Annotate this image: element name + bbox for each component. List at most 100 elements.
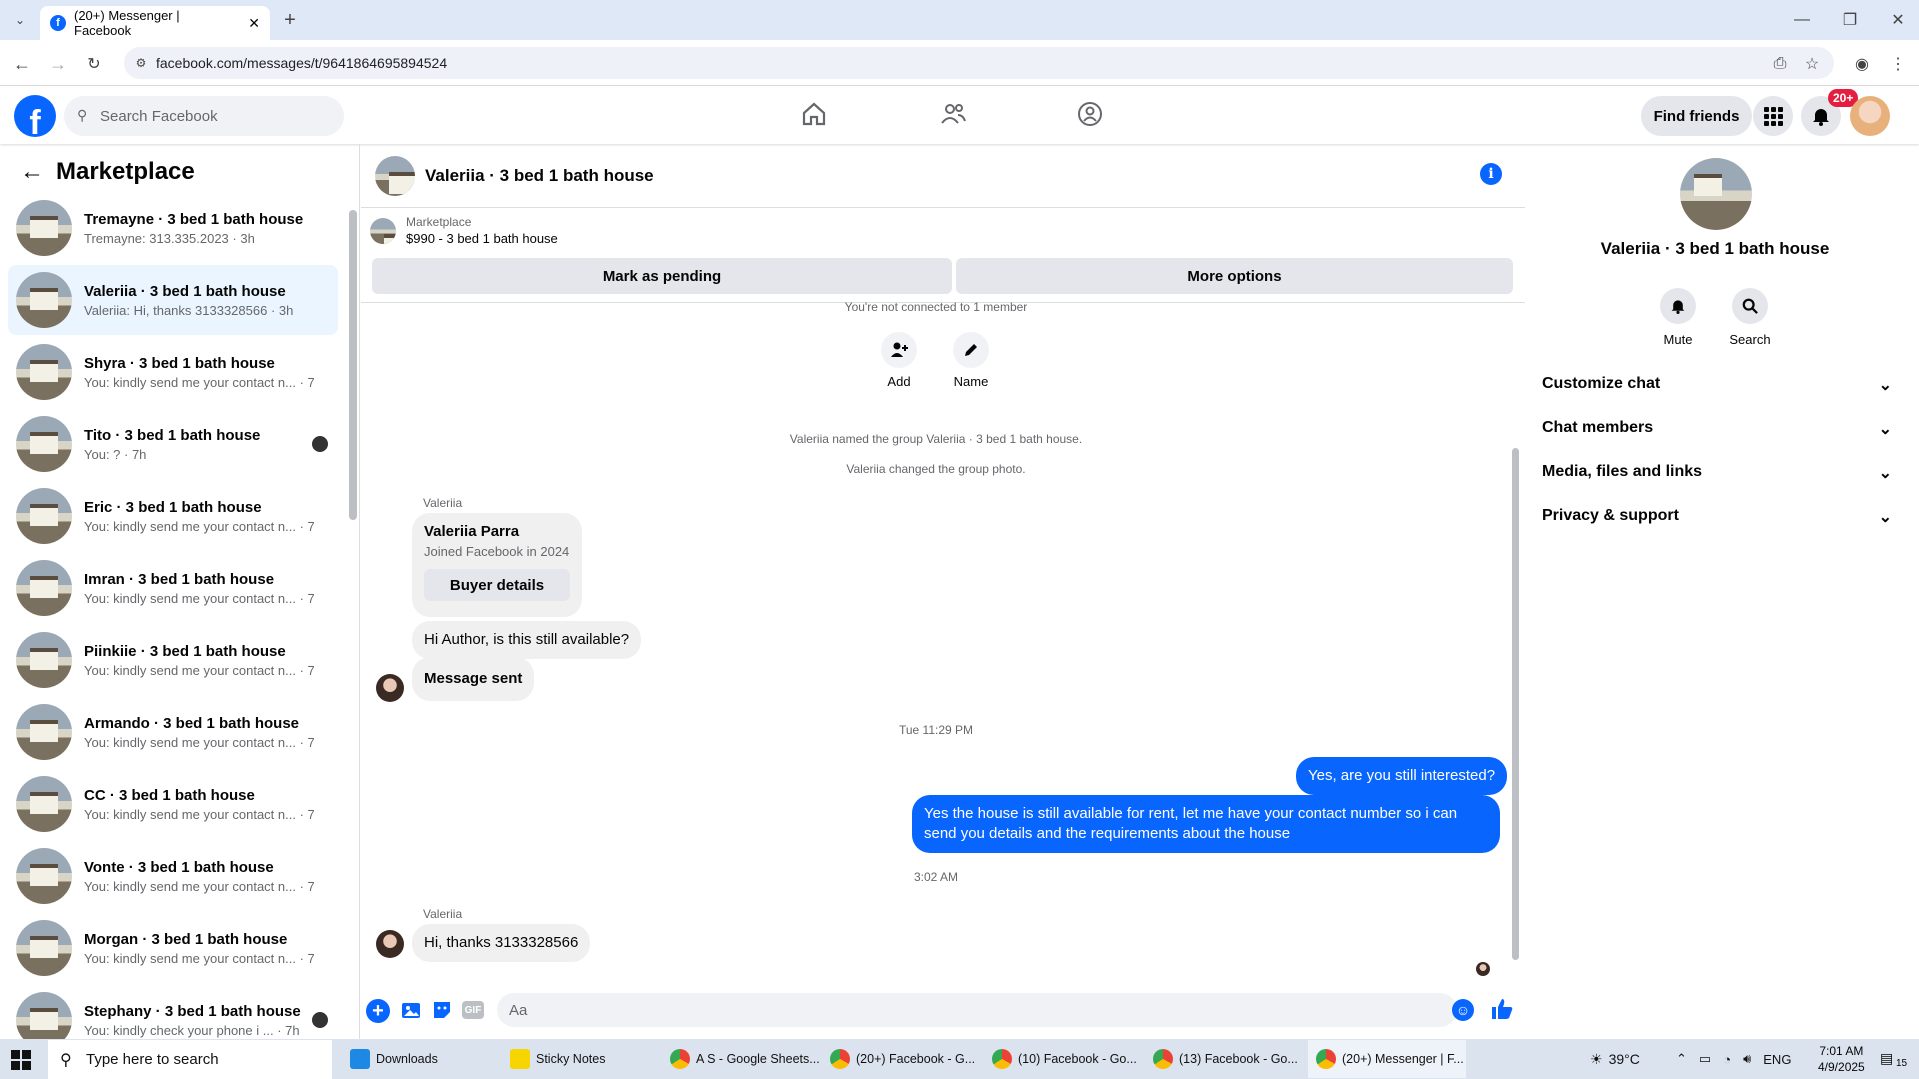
sender-avatar[interactable]	[376, 930, 404, 958]
weather-widget[interactable]: ☀ 39°C	[1590, 1040, 1640, 1078]
name-group-button[interactable]: Name	[950, 332, 992, 389]
taskbar-app-facebook-2[interactable]: (10) Facebook - Go...	[992, 1040, 1137, 1078]
buyer-card: Valeriia Parra Joined Facebook in 2024 B…	[412, 513, 582, 617]
gif-icon[interactable]: GIF	[462, 1001, 484, 1019]
site-info-icon[interactable]: ⚙	[132, 54, 150, 72]
info-icon[interactable]: i	[1480, 163, 1502, 185]
account-avatar[interactable]	[1850, 96, 1890, 136]
listing-price-title: $990 - 3 bed 1 bath house	[406, 231, 558, 246]
sender-avatar[interactable]	[376, 674, 404, 702]
taskbar-app-label: (10) Facebook - Go...	[1018, 1052, 1137, 1066]
conversation-item[interactable]: Imran · 3 bed 1 bath house You: kindly se…	[8, 553, 338, 623]
conversation-snippet: You: kindly send me your contact n... · …	[84, 662, 314, 678]
conversation-name: Piinkiie · 3 bed 1 bath house	[84, 642, 286, 660]
tab-search-icon[interactable]: ⌄	[8, 8, 32, 32]
back-arrow-icon[interactable]: ←	[18, 158, 46, 186]
conversation-item[interactable]: Tremayne · 3 bed 1 bath house Tremayne: 3…	[8, 193, 338, 263]
chevron-up-icon[interactable]: ⌃	[1676, 1051, 1687, 1067]
taskbar-app-sheets[interactable]: A S - Google Sheets...	[670, 1040, 820, 1078]
browser-tab[interactable]: f (20+) Messenger | Facebook ✕	[40, 6, 270, 40]
conversation-item[interactable]: Armando · 3 bed 1 bath house You: kindly …	[8, 697, 338, 767]
conversation-item[interactable]: Vonte · 3 bed 1 bath house You: kindly se…	[8, 841, 338, 911]
new-tab-icon[interactable]: +	[278, 8, 302, 32]
clock-time: 7:01 AM	[1819, 1044, 1864, 1058]
image-icon[interactable]	[400, 999, 422, 1026]
conversation-item[interactable]: Morgan · 3 bed 1 bath house You: kindly s…	[8, 913, 338, 983]
conversation-name: Eric · 3 bed 1 bath house	[84, 498, 262, 516]
conversation-avatar	[16, 344, 72, 400]
section-label: Privacy & support	[1542, 507, 1679, 524]
chat-title[interactable]: Valeriia · 3 bed 1 bath house	[425, 166, 654, 186]
windows-start-icon[interactable]	[10, 1049, 32, 1076]
sidebar-scrollbar[interactable]	[349, 210, 357, 520]
sticker-icon[interactable]	[431, 999, 453, 1026]
friends-icon[interactable]	[939, 100, 967, 133]
conversation-item[interactable]: Eric · 3 bed 1 bath house You: kindly sen…	[8, 481, 338, 551]
chat-scrollbar[interactable]	[1512, 448, 1519, 960]
bookmark-star-icon[interactable]: ☆	[1800, 52, 1824, 76]
buyer-name: Valeriia Parra	[424, 523, 520, 540]
close-window-icon[interactable]: ✕	[1886, 8, 1910, 32]
conversation-item[interactable]: Tito · 3 bed 1 bath house You: ? · 7h	[8, 409, 338, 479]
conversation-item[interactable]: Shyra · 3 bed 1 bath house You: kindly se…	[8, 337, 338, 407]
conversation-name: Tito · 3 bed 1 bath house	[84, 426, 261, 444]
profile-icon[interactable]: ◉	[1850, 52, 1874, 76]
home-icon[interactable]	[800, 100, 828, 133]
media-files-section[interactable]: Media, files and links ⌄	[1542, 463, 1892, 483]
system-tray[interactable]: ⌃ ▭ ◔ 🔊︎ ENG	[1676, 1040, 1791, 1078]
conversation-name: Tremayne · 3 bed 1 bath house	[84, 210, 304, 228]
weather-icon: ☀	[1590, 1050, 1603, 1067]
back-icon[interactable]: ←	[10, 52, 34, 76]
taskbar-app-sticky-notes[interactable]: Sticky Notes	[510, 1040, 605, 1078]
volume-icon[interactable]: 🔊︎	[1743, 1051, 1751, 1067]
emoji-icon[interactable]: ☺	[1452, 999, 1474, 1021]
conversation-item[interactable]: Valeriia · 3 bed 1 bath house Valeriia: H…	[8, 265, 338, 335]
find-friends-button[interactable]: Find friends	[1641, 96, 1752, 136]
battery-icon[interactable]: ▭	[1699, 1051, 1711, 1067]
plus-icon[interactable]: +	[366, 999, 390, 1023]
facebook-logo-icon[interactable]: f	[14, 95, 56, 137]
customize-chat-section[interactable]: Customize chat ⌄	[1542, 375, 1892, 395]
taskbar-app-label: (20+) Facebook - G...	[856, 1052, 976, 1066]
forward-icon[interactable]: →	[46, 52, 70, 76]
chat-avatar[interactable]	[375, 155, 415, 196]
mark-as-pending-button[interactable]: Mark as pending	[372, 258, 952, 294]
mute-button[interactable]: Mute	[1656, 288, 1700, 347]
privacy-support-section[interactable]: Privacy & support ⌄	[1542, 507, 1892, 527]
language-indicator[interactable]: ENG	[1763, 1052, 1791, 1067]
chat-members-section[interactable]: Chat members ⌄	[1542, 419, 1892, 439]
message-input[interactable]: Aa	[497, 993, 1457, 1027]
restore-icon[interactable]: ❐	[1838, 8, 1862, 32]
like-thumb-icon[interactable]	[1490, 997, 1514, 1026]
browser-menu-icon[interactable]: ⋮	[1886, 52, 1910, 76]
taskbar-app-facebook-1[interactable]: (20+) Facebook - G...	[830, 1040, 975, 1078]
conversation-item[interactable]: CC · 3 bed 1 bath house You: kindly send …	[8, 769, 338, 839]
chevron-down-icon: ⌄	[1878, 465, 1892, 482]
url-bar[interactable]: facebook.com/messages/t/9641864695894524	[124, 47, 1834, 79]
taskbar-search[interactable]: ⚲ Type here to search	[48, 1040, 332, 1079]
network-icon[interactable]: ◔	[1723, 1052, 1731, 1067]
close-tab-icon[interactable]: ✕	[248, 15, 260, 32]
notification-center-icon[interactable]: ▤	[1880, 1050, 1893, 1067]
conversation-item[interactable]: Piinkiie · 3 bed 1 bath house You: kindly…	[8, 625, 338, 695]
add-member-button[interactable]: Add	[880, 332, 918, 389]
conversation-avatar	[16, 560, 72, 616]
groups-icon[interactable]	[1076, 100, 1104, 133]
install-app-icon[interactable]: ⎙	[1768, 52, 1792, 76]
more-options-button[interactable]: More options	[956, 258, 1513, 294]
clock[interactable]: 7:01 AM 4/9/2025	[1818, 1043, 1865, 1075]
search-input[interactable]: ⚲ Search Facebook	[64, 96, 344, 136]
taskbar-app-downloads[interactable]: Downloads	[350, 1040, 438, 1078]
marketplace-listing[interactable]: Marketplace $990 - 3 bed 1 bath house	[370, 215, 558, 246]
taskbar-app-facebook-3[interactable]: (13) Facebook - Go...	[1153, 1040, 1298, 1078]
magnifier-icon	[1732, 288, 1768, 324]
name-label: Name	[953, 374, 989, 389]
timestamp: 3:02 AM	[913, 870, 959, 884]
group-photo[interactable]	[1680, 158, 1752, 230]
buyer-details-button[interactable]: Buyer details	[424, 569, 570, 601]
reload-icon[interactable]: ↻	[82, 52, 106, 76]
menu-grid-icon[interactable]	[1753, 96, 1793, 136]
minimize-icon[interactable]: —	[1790, 8, 1814, 32]
search-chat-button[interactable]: Search	[1726, 288, 1774, 347]
taskbar-app-messenger[interactable]: (20+) Messenger | F...	[1308, 1040, 1466, 1078]
